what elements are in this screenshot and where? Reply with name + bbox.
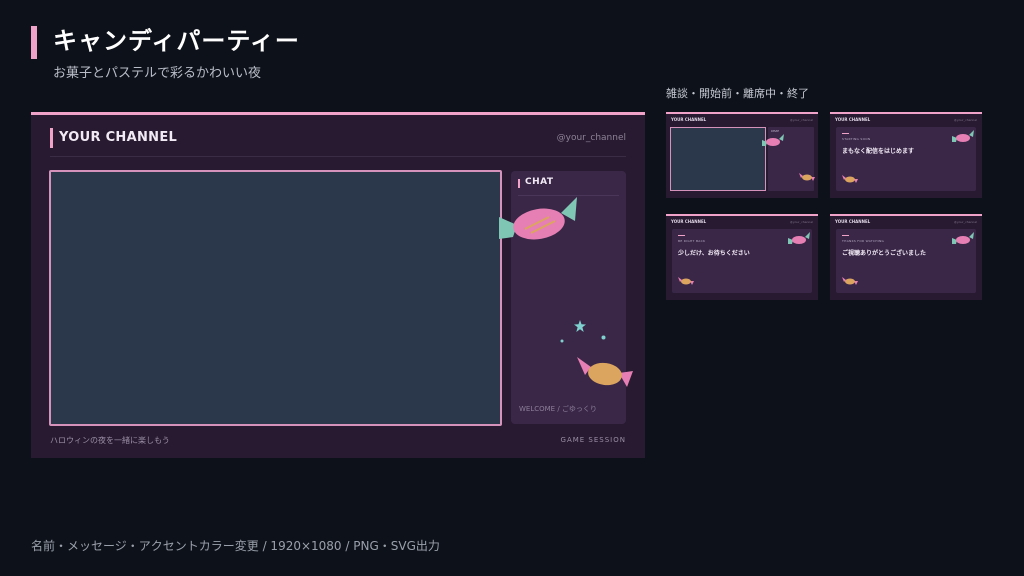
thumb-message: まもなく配信をはじめます xyxy=(842,148,915,155)
thumbnail-ending[interactable]: YOUR CHANNEL @your_channel THANKS FOR WA… xyxy=(830,214,982,300)
candy-icon xyxy=(952,232,974,244)
channel-handle: @your_channel xyxy=(556,133,626,143)
page: キャンディパーティー お菓子とパステルで彩るかわいい夜 YOUR CHANNEL… xyxy=(0,0,1024,576)
overlay-preview[interactable]: YOUR CHANNEL @your_channel CHAT WELCOME … xyxy=(31,112,645,458)
thumb-video-frame xyxy=(670,127,766,191)
star-icon xyxy=(574,320,586,332)
thumbnail-chat[interactable]: YOUR CHANNEL @your_channel CHAT xyxy=(666,112,818,198)
thumb-message: ご視聴ありがとうございました xyxy=(842,250,927,257)
thumb-kicker: BE RIGHT BACK xyxy=(678,239,706,243)
star-icon xyxy=(560,339,564,343)
header-divider xyxy=(50,156,626,157)
thumb-channel-handle: @your_channel xyxy=(953,220,977,224)
candy-icon xyxy=(788,232,810,244)
footer-label: GAME SESSION xyxy=(560,436,626,444)
page-subtitle: お菓子とパステルで彩るかわいい夜 xyxy=(53,66,262,81)
candy-icon xyxy=(678,277,694,285)
candy-icon xyxy=(799,173,815,181)
thumb-message: 少しだけ、お待ちください xyxy=(678,250,750,257)
channel-name: YOUR CHANNEL xyxy=(59,130,178,145)
video-frame xyxy=(49,170,502,426)
variants-label: 雑談・開始前・離席中・終了 xyxy=(666,87,809,100)
thumb-chat-title: CHAT xyxy=(771,129,780,133)
candy-icon xyxy=(499,197,577,240)
page-title: キャンディパーティー xyxy=(53,27,300,55)
chat-accent-bar xyxy=(518,179,520,188)
chat-title: CHAT xyxy=(525,177,554,187)
candy-icon xyxy=(952,130,974,142)
thumb-kicker: THANKS FOR WATCHING xyxy=(842,239,885,243)
thumb-channel-handle: @your_channel xyxy=(789,118,813,122)
thumb-channel-handle: @your_channel xyxy=(789,220,813,224)
footer-message: ハロウィンの夜を一緒に楽しもう xyxy=(50,436,170,445)
thumb-kicker-line xyxy=(678,235,685,236)
candy-icon xyxy=(762,134,784,146)
chat-welcome: WELCOME / ごゆっくり xyxy=(519,405,597,413)
thumb-channel-name: YOUR CHANNEL xyxy=(671,219,707,224)
thumb-channel-name: YOUR CHANNEL xyxy=(835,219,871,224)
thumb-channel-name: YOUR CHANNEL xyxy=(835,117,871,122)
candy-icon xyxy=(577,357,633,387)
thumbnail-be-right-back[interactable]: YOUR CHANNEL @your_channel BE RIGHT BACK… xyxy=(666,214,818,300)
thumb-kicker: STARTING SOON xyxy=(842,137,871,141)
candy-icon xyxy=(842,277,858,285)
thumb-kicker-line xyxy=(842,133,849,134)
spec-note: 名前・メッセージ・アクセントカラー変更 / 1920×1080 / PNG・SV… xyxy=(31,539,440,553)
thumb-kicker-line xyxy=(842,235,849,236)
thumb-channel-handle: @your_channel xyxy=(953,118,977,122)
candy-icon xyxy=(842,175,858,183)
thumb-channel-name: YOUR CHANNEL xyxy=(671,117,707,122)
title-accent-bar xyxy=(31,26,37,59)
thumbnail-starting-soon[interactable]: YOUR CHANNEL @your_channel STARTING SOON… xyxy=(830,112,982,198)
star-icon xyxy=(601,335,606,340)
channel-accent-bar xyxy=(50,128,53,148)
